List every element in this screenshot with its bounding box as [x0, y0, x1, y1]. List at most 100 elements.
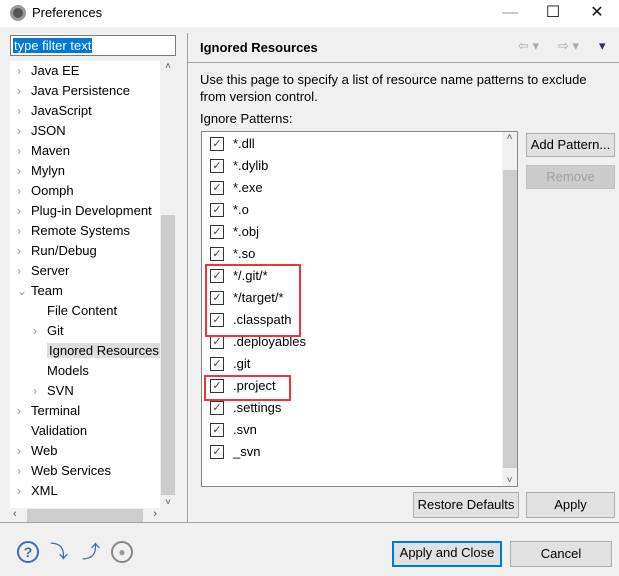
tree-item-label: Maven — [31, 143, 71, 158]
tree-item[interactable]: › SVN — [33, 381, 74, 401]
tree-item-label: Oomph — [31, 183, 74, 198]
page-title: Ignored Resources — [200, 40, 318, 55]
add-pattern-button[interactable]: Add Pattern... — [526, 133, 615, 157]
back-icon[interactable]: ⇦ ▾ — [518, 38, 539, 54]
pattern-text: *.dylib — [233, 158, 269, 173]
chevron-right-icon[interactable]: › — [17, 461, 21, 481]
tree-item[interactable]: › XML — [17, 481, 58, 501]
footer-divider — [0, 522, 619, 523]
export-icon[interactable]: ⤴ — [80, 541, 102, 563]
cancel-button[interactable]: Cancel — [510, 541, 612, 567]
minimize-button[interactable]: — — [495, 2, 525, 24]
tree-item-label: Validation — [31, 423, 88, 438]
tree-item-label: SVN — [47, 383, 74, 398]
pattern-text: .settings — [233, 400, 282, 415]
tree-item-label: Models — [47, 363, 89, 378]
tree-item[interactable]: › Java Persistence — [17, 81, 130, 101]
checkbox[interactable]: ✓ — [210, 423, 224, 437]
tree-item-label: Java EE — [31, 63, 80, 78]
highlight-box — [204, 375, 291, 401]
tree-hscroll-thumb[interactable] — [27, 509, 143, 523]
checkbox[interactable]: ✓ — [210, 225, 224, 239]
tree-item[interactable]: › Oomph — [17, 181, 74, 201]
checkbox[interactable]: ✓ — [210, 357, 224, 371]
chevron-right-icon[interactable]: › — [17, 441, 21, 461]
tree-item-label: JavaScript — [31, 103, 92, 118]
checkbox[interactable]: ✓ — [210, 159, 224, 173]
tree-scroll-thumb[interactable] — [161, 215, 175, 495]
chevron-right-icon[interactable]: › — [17, 481, 21, 501]
tree-item-label: File Content — [47, 303, 118, 318]
close-button[interactable]: ✕ — [582, 2, 612, 24]
forward-icon[interactable]: ⇨ ▾ — [558, 38, 579, 54]
record-icon[interactable]: ● — [111, 541, 133, 563]
tree-item[interactable]: Ignored Resources — [47, 341, 161, 361]
tree-item[interactable]: File Content — [47, 301, 117, 321]
import-icon[interactable]: ⤵ — [48, 541, 70, 563]
checkbox[interactable]: ✓ — [210, 445, 224, 459]
tree-item-label: Ignored Resources — [47, 343, 161, 358]
chevron-right-icon[interactable]: › — [17, 241, 21, 261]
checkbox[interactable]: ✓ — [210, 335, 224, 349]
chevron-right-icon[interactable]: › — [17, 181, 21, 201]
checkbox[interactable]: ✓ — [210, 203, 224, 217]
page-description: Use this page to specify a list of resou… — [200, 72, 587, 104]
list-scroll-thumb[interactable] — [503, 170, 517, 468]
tree-item[interactable]: › Web Services — [17, 461, 111, 481]
chevron-down-icon[interactable]: ⌄ — [17, 281, 27, 301]
apply-button[interactable]: Apply — [526, 492, 615, 518]
tree-item[interactable]: › Plug-in Development — [17, 201, 152, 221]
preference-tree: › Java EE › Java Persistence › JavaScript › JSO… — [10, 61, 176, 508]
tree-item[interactable]: › Web — [17, 441, 58, 461]
filter-input[interactable]: type filter text — [10, 35, 176, 56]
checkbox[interactable]: ✓ — [210, 137, 224, 151]
chevron-right-icon[interactable]: › — [17, 81, 21, 101]
tree-item[interactable]: › Server — [17, 261, 70, 281]
tree-item-label: Run/Debug — [31, 243, 97, 258]
panel-divider[interactable] — [187, 33, 188, 523]
chevron-right-icon[interactable]: › — [17, 61, 21, 81]
restore-defaults-button[interactable]: Restore Defaults — [413, 492, 519, 518]
tree-item[interactable]: ⌄ Team — [17, 281, 63, 301]
tree-item[interactable]: › JavaScript — [17, 101, 92, 121]
tree-item[interactable]: › JSON — [17, 121, 66, 141]
maximize-button[interactable]: ☐ — [538, 2, 568, 24]
chevron-right-icon[interactable]: › — [17, 121, 21, 141]
tree-item[interactable]: Validation — [31, 421, 87, 441]
chevron-right-icon[interactable]: › — [17, 401, 21, 421]
tree-item-label: Web Services — [31, 463, 111, 478]
chevron-right-icon[interactable]: › — [17, 101, 21, 121]
chevron-right-icon[interactable]: › — [17, 201, 21, 221]
checkbox[interactable]: ✓ — [210, 401, 224, 415]
tree-item[interactable]: Models — [47, 361, 89, 381]
tree-item[interactable]: › Mylyn — [17, 161, 65, 181]
highlight-box — [205, 264, 301, 337]
chevron-right-icon[interactable]: › — [17, 161, 21, 181]
tree-item[interactable]: › Run/Debug — [17, 241, 97, 261]
tree-item-label: XML — [31, 483, 58, 498]
chevron-right-icon[interactable]: › — [17, 221, 21, 241]
chevron-right-icon[interactable]: › — [17, 261, 21, 281]
tree-item-label: Server — [31, 263, 70, 278]
help-icon[interactable]: ? — [17, 541, 39, 563]
chevron-right-icon[interactable]: › — [17, 141, 21, 161]
tree-item[interactable]: › Remote Systems — [17, 221, 130, 241]
pattern-text: *.o — [233, 202, 249, 217]
tree-item[interactable]: › Git — [33, 321, 64, 341]
header-divider — [188, 62, 619, 63]
apply-and-close-button[interactable]: Apply and Close — [392, 541, 502, 567]
tree-item[interactable]: › Terminal — [17, 401, 80, 421]
tree-item[interactable]: › Java EE — [17, 61, 80, 81]
checkbox[interactable]: ✓ — [210, 181, 224, 195]
checkbox[interactable]: ✓ — [210, 247, 224, 261]
title-bar: Preferences — ☐ ✕ — [0, 0, 619, 27]
chevron-right-icon[interactable]: › — [33, 381, 37, 401]
chevron-right-icon[interactable]: › — [33, 321, 37, 341]
tree-item-label: Plug-in Development — [31, 203, 152, 218]
view-menu-icon[interactable]: ▾ — [599, 38, 606, 54]
patterns-label: Ignore Patterns: — [200, 111, 293, 126]
remove-button[interactable]: Remove — [526, 165, 615, 189]
pattern-text: .git — [233, 356, 251, 371]
tree-item-label: Git — [47, 323, 64, 338]
tree-item[interactable]: › Maven — [17, 141, 71, 161]
